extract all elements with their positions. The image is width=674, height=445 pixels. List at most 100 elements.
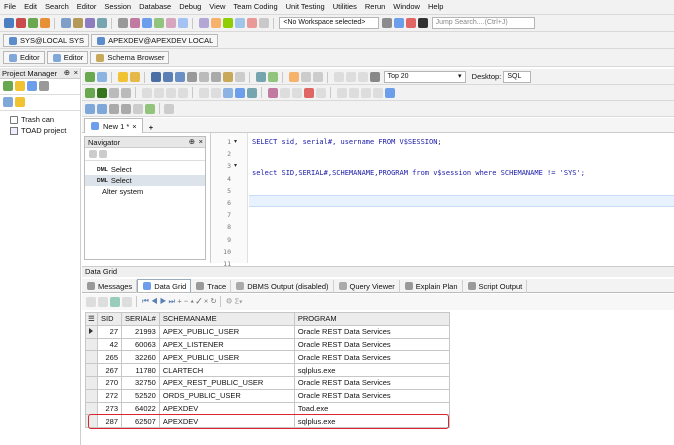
table-row[interactable]: 267 11780 CLARTECH sqlplus.exe bbox=[85, 363, 450, 377]
paste-icon[interactable] bbox=[223, 72, 234, 82]
cell-program[interactable]: Oracle REST Data Services bbox=[293, 350, 450, 365]
split-icon[interactable] bbox=[109, 103, 119, 114]
first-record-icon[interactable]: ⏮ bbox=[142, 296, 149, 305]
add-tab-button[interactable]: + bbox=[149, 123, 153, 132]
cell-serial[interactable]: 62507 bbox=[121, 414, 160, 429]
code-icon[interactable] bbox=[235, 87, 246, 98]
row-indicator[interactable] bbox=[85, 375, 98, 390]
cell-program[interactable]: sqlplus.exe bbox=[293, 414, 450, 429]
prev-record-icon[interactable]: ◀ bbox=[151, 296, 158, 305]
delete-record-icon[interactable]: − bbox=[184, 296, 188, 305]
cell-sid[interactable]: 272 bbox=[97, 388, 122, 403]
cell-schemaname[interactable]: ORDS_PUBLIC_USER bbox=[158, 388, 295, 403]
tools-icon[interactable] bbox=[118, 18, 129, 28]
navigator-item[interactable]: DML Select bbox=[85, 175, 205, 186]
menu-team-coding[interactable]: Team Coding bbox=[229, 0, 281, 14]
watch-icon[interactable] bbox=[154, 87, 165, 98]
filter-icon[interactable] bbox=[98, 296, 108, 307]
step-icon[interactable] bbox=[109, 87, 119, 98]
cell-schemaname[interactable]: APEXDEV bbox=[158, 414, 295, 429]
row-indicator[interactable] bbox=[85, 363, 98, 377]
cell-schemaname[interactable]: APEX_REST_PUBLIC_USER bbox=[158, 375, 295, 390]
refactor-icon[interactable] bbox=[292, 87, 303, 98]
menu-file[interactable]: File bbox=[0, 0, 20, 14]
tab-dbms-output[interactable]: DBMS Output (disabled) bbox=[231, 279, 334, 293]
cell-schemaname[interactable]: APEXDEV bbox=[158, 401, 295, 416]
code-editor[interactable]: 1 2 3 4 5 6 7 8 9 10 11 ▾ ▾ SELECT sid, serial#, u… bbox=[210, 133, 674, 268]
database-icon[interactable] bbox=[166, 18, 177, 28]
table-icon[interactable] bbox=[256, 72, 267, 82]
script-icon[interactable] bbox=[235, 18, 246, 28]
cell-serial[interactable]: 11780 bbox=[121, 363, 160, 377]
cell-sid[interactable]: 270 bbox=[97, 375, 122, 390]
cell-serial[interactable]: 32260 bbox=[121, 350, 160, 365]
save-as-icon[interactable] bbox=[163, 72, 174, 82]
pin-icon[interactable]: ⊕ bbox=[189, 137, 195, 146]
cell-program[interactable]: sqlplus.exe bbox=[293, 363, 450, 377]
arrow-icon[interactable] bbox=[385, 87, 396, 98]
star-icon[interactable] bbox=[289, 72, 300, 82]
compare-icon[interactable] bbox=[154, 18, 165, 28]
undo-icon[interactable] bbox=[235, 72, 246, 82]
cell-serial[interactable]: 21993 bbox=[121, 324, 160, 339]
rollback-icon[interactable] bbox=[40, 18, 50, 28]
last-record-icon[interactable]: ⏭ bbox=[169, 296, 176, 305]
column-header-serial[interactable]: SERIAL# bbox=[121, 312, 160, 326]
describe-icon[interactable] bbox=[211, 87, 222, 98]
grid-view-icon[interactable] bbox=[223, 87, 234, 98]
menu-edit[interactable]: Edit bbox=[20, 0, 41, 14]
cell-serial[interactable]: 52520 bbox=[121, 388, 160, 403]
tree-item-trash[interactable]: Trash can bbox=[4, 114, 76, 125]
sql-editor-icon[interactable] bbox=[61, 18, 72, 28]
row-indicator[interactable] bbox=[85, 401, 98, 416]
cell-program[interactable]: Oracle REST Data Services bbox=[293, 375, 450, 390]
cell-schemaname[interactable]: CLARTECH bbox=[158, 363, 295, 377]
palette-icon[interactable] bbox=[145, 103, 155, 114]
admin-icon[interactable] bbox=[199, 18, 210, 28]
export-grid-icon[interactable] bbox=[268, 72, 279, 82]
column-header-schemaname[interactable]: SCHEMANAME bbox=[158, 312, 295, 326]
analysis-icon[interactable] bbox=[247, 87, 258, 98]
cell-program[interactable]: Oracle REST Data Services bbox=[293, 337, 450, 352]
refresh-icon[interactable] bbox=[39, 81, 49, 92]
row-indicator[interactable] bbox=[85, 337, 98, 352]
layout-icon[interactable] bbox=[85, 103, 95, 114]
desktop-select[interactable]: SQL bbox=[503, 71, 532, 83]
menu-view[interactable]: View bbox=[205, 0, 229, 14]
workspace-help-icon[interactable] bbox=[406, 18, 417, 28]
users-icon[interactable] bbox=[211, 18, 222, 28]
cell-serial[interactable]: 32750 bbox=[121, 375, 160, 390]
execute-icon[interactable] bbox=[85, 72, 95, 82]
table-row[interactable]: 272 52520 ORDS_PUBLIC_USER Oracle REST Data… bbox=[85, 388, 450, 403]
menu-session[interactable]: Session bbox=[100, 0, 135, 14]
tab-script-output[interactable]: Script Output bbox=[463, 279, 528, 293]
table-row[interactable]: 265 32260 APEX_PUBLIC_USER Oracle REST Data… bbox=[85, 350, 450, 365]
add-icon[interactable] bbox=[3, 81, 13, 92]
connect-icon[interactable] bbox=[4, 18, 14, 28]
table-row[interactable]: 270 32750 APEX_REST_PUBLIC_USER Oracle REST… bbox=[85, 375, 450, 390]
team-icon[interactable] bbox=[259, 18, 270, 28]
connection-tab-apexdev[interactable]: APEXDEV@APEXDEV LOCAL bbox=[91, 34, 219, 47]
editor-window-button[interactable]: Editor bbox=[3, 51, 45, 64]
profile-icon[interactable] bbox=[178, 87, 189, 98]
explain-icon[interactable] bbox=[97, 18, 108, 28]
menu-window[interactable]: Window bbox=[389, 0, 424, 14]
binoculars-icon[interactable] bbox=[370, 72, 381, 82]
commit-icon[interactable] bbox=[28, 18, 38, 28]
optimize-icon[interactable] bbox=[304, 87, 315, 98]
menu-search[interactable]: Search bbox=[41, 0, 73, 14]
find-icon[interactable] bbox=[313, 72, 324, 82]
folder-icon[interactable] bbox=[15, 81, 25, 92]
compile-icon[interactable] bbox=[199, 87, 210, 98]
tree-item-toad-project[interactable]: TOAD project bbox=[4, 125, 76, 136]
trace-icon[interactable] bbox=[166, 87, 177, 98]
debug-icon[interactable] bbox=[121, 87, 131, 98]
save-all-icon[interactable] bbox=[175, 72, 186, 82]
db-folder-icon[interactable] bbox=[15, 97, 25, 108]
cell-sid[interactable]: 273 bbox=[97, 401, 122, 416]
results-icon[interactable] bbox=[97, 103, 107, 114]
close-icon[interactable]: × bbox=[199, 137, 203, 146]
wrap-icon[interactable] bbox=[373, 87, 384, 98]
row-indicator[interactable] bbox=[85, 350, 98, 365]
history-icon[interactable] bbox=[316, 87, 327, 98]
